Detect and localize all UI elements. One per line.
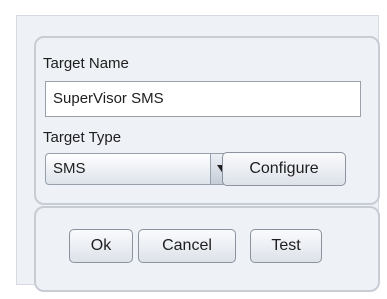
target-type-select[interactable]: SMS	[45, 153, 235, 185]
test-button[interactable]: Test	[250, 229, 322, 263]
target-name-label: Target Name	[43, 55, 129, 72]
target-type-value: SMS	[53, 160, 86, 177]
dialog-window: Target Name SuperVisor SMS Target Type S…	[16, 15, 380, 292]
target-type-label: Target Type	[43, 129, 122, 146]
target-name-input[interactable]: SuperVisor SMS	[45, 81, 361, 117]
configure-button[interactable]: Configure	[222, 152, 346, 186]
cancel-button[interactable]: Cancel	[138, 229, 236, 263]
ok-button[interactable]: Ok	[69, 229, 133, 263]
